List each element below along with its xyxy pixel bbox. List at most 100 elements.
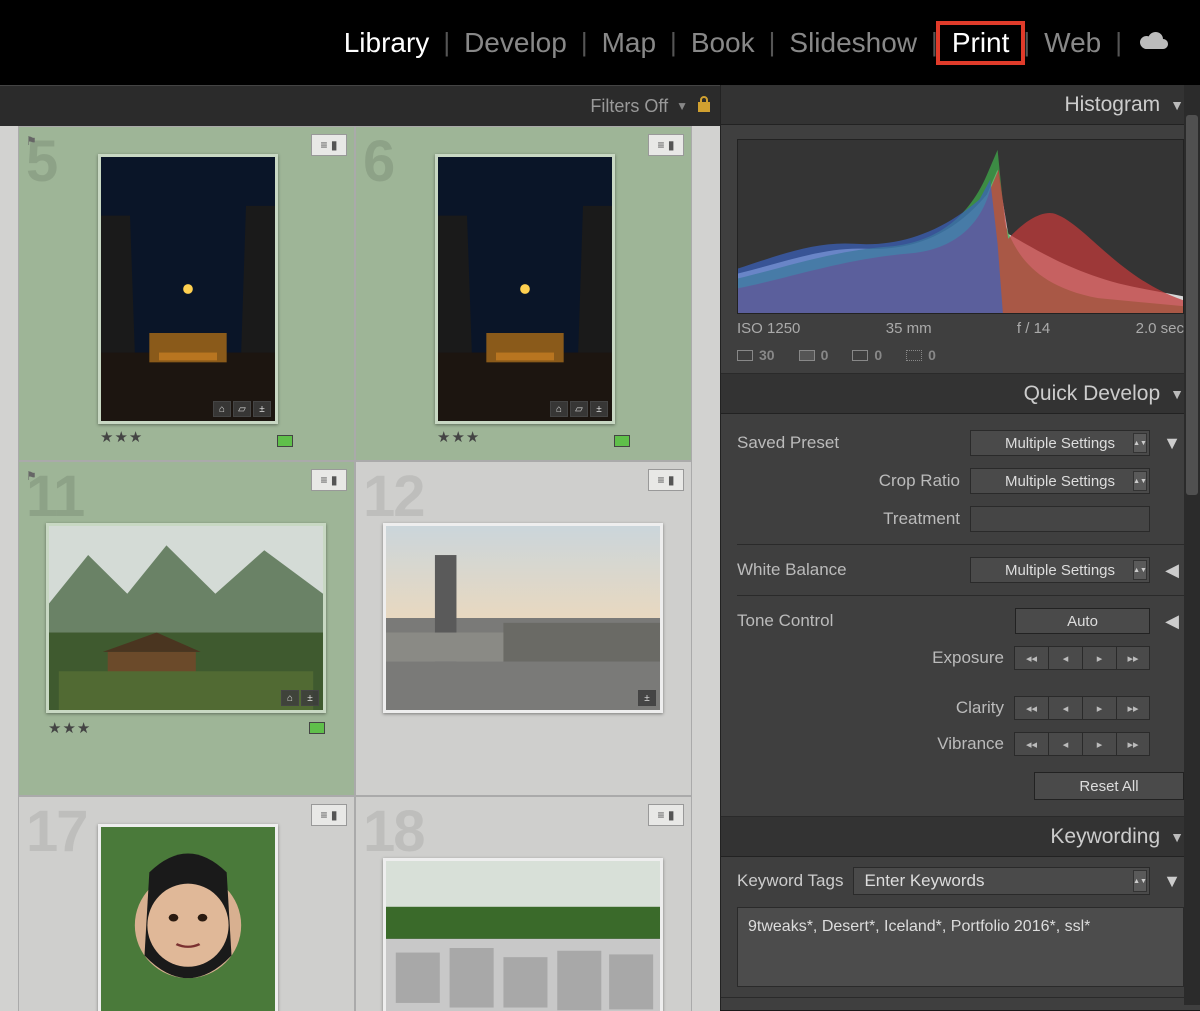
cell-menu-icon[interactable]: ≡ ▮ (648, 134, 684, 156)
keyword-badge-icon[interactable]: ⌂ (281, 690, 299, 706)
auto-tone-button[interactable]: Auto (1015, 608, 1150, 634)
cell-menu-icon[interactable]: ≡ ▮ (648, 804, 684, 826)
grid-view: Filters Off ▼ ⇧ ⚑ 5 ≡ ▮ (0, 85, 720, 1010)
reset-all-button[interactable]: Reset All (1034, 772, 1184, 800)
collapse-triangle-icon[interactable]: ▼ (1170, 386, 1184, 402)
cell-number: 18 (363, 798, 424, 865)
grid-cell[interactable]: 6 ≡ ▮ ⌂ ▱ ± (355, 126, 692, 461)
grid-cell[interactable]: 18 ≡ ▮ (355, 796, 692, 1011)
saved-preset-label: Saved Preset (737, 433, 960, 453)
star-rating[interactable]: ★★★ (100, 428, 143, 446)
filter-bar: Filters Off ▼ (0, 86, 720, 126)
grid-cell[interactable]: ⚑ 5 ≡ ▮ ⌂ ▱ ± (18, 126, 355, 461)
keywording-title: Keywording (1050, 825, 1160, 849)
keyword-tags-select[interactable]: Enter Keywords▲▼ (853, 867, 1150, 895)
nav-library[interactable]: Library (330, 23, 444, 63)
develop-badge-icon[interactable]: ± (638, 690, 656, 706)
vibrance-stepper[interactable]: ◂◂◂▸▸▸ (1014, 732, 1150, 756)
thumbnail-badges: ⌂ ± (281, 690, 319, 706)
expand-triangle-icon[interactable]: ▼ (1160, 433, 1184, 454)
nav-book[interactable]: Book (677, 23, 769, 63)
histogram-shutter: 2.0 sec (1136, 320, 1184, 337)
quick-develop-panel: Quick Develop ▼ Saved Preset Multiple Se… (721, 374, 1200, 817)
develop-badge-icon[interactable]: ± (253, 401, 271, 417)
nav-separator: | (769, 27, 776, 58)
crop-ratio-label: Crop Ratio (737, 471, 960, 491)
cell-number: 17 (26, 798, 87, 865)
lock-icon[interactable] (696, 95, 712, 118)
nav-separator: | (581, 27, 588, 58)
crop-badge-icon[interactable]: ▱ (570, 401, 588, 417)
color-label-swatch[interactable] (614, 435, 630, 447)
right-panel: Histogram ▼ ISO 1250 35 mm f / 14 2.0 (720, 85, 1200, 1010)
color-label-swatch[interactable] (309, 722, 325, 734)
collapse-triangle-icon[interactable]: ▼ (1170, 97, 1184, 113)
keywords-textarea[interactable]: 9tweaks*, Desert*, Iceland*, Portfolio 2… (737, 907, 1184, 987)
histogram-meta-smart: 0 (799, 347, 829, 363)
nav-map[interactable]: Map (588, 23, 670, 63)
nav-print[interactable]: Print (938, 23, 1024, 63)
develop-badge-icon[interactable]: ± (301, 690, 319, 706)
cell-menu-icon[interactable]: ≡ ▮ (648, 469, 684, 491)
quick-develop-title: Quick Develop (1024, 382, 1161, 406)
chevron-down-icon[interactable]: ▼ (676, 99, 688, 113)
nav-web[interactable]: Web (1030, 23, 1115, 63)
keywording-header[interactable]: Keywording ▼ (721, 817, 1200, 857)
nav-separator: | (1023, 27, 1030, 58)
top-nav: Library | Develop | Map | Book | Slidesh… (0, 0, 1200, 85)
right-scrollbar[interactable] (1184, 85, 1200, 1005)
white-balance-select[interactable]: Multiple Settings▲▼ (970, 557, 1150, 583)
flag-icon[interactable]: ⚑ (26, 469, 37, 483)
star-rating[interactable]: ★★★ (437, 428, 480, 446)
cell-menu-icon[interactable]: ≡ ▮ (311, 469, 347, 491)
nav-develop[interactable]: Develop (450, 23, 581, 63)
flag-icon[interactable]: ⚑ (26, 134, 37, 148)
histogram-title: Histogram (1064, 93, 1160, 117)
vibrance-label: Vibrance (737, 734, 1004, 754)
treatment-label: Treatment (737, 509, 960, 529)
crop-ratio-select[interactable]: Multiple Settings▲▼ (970, 468, 1150, 494)
collapse-triangle-icon[interactable]: ▼ (1170, 829, 1184, 845)
exposure-label: Exposure (737, 648, 1004, 668)
quick-develop-header[interactable]: Quick Develop ▼ (721, 374, 1200, 414)
histogram-meta-pending: 0 (906, 347, 936, 363)
cloud-sync-icon[interactable] (1136, 27, 1170, 59)
color-label-swatch[interactable] (277, 435, 293, 447)
nav-separator: | (443, 27, 450, 58)
expand-triangle-icon[interactable]: ▼ (1160, 871, 1184, 892)
histogram-plot[interactable] (737, 139, 1184, 314)
keyword-badge-icon[interactable]: ⌂ (213, 401, 231, 417)
histogram-meta-originals: 30 (737, 347, 775, 363)
grid-cell[interactable]: 12 ≡ ▮ ± (355, 461, 692, 796)
nav-slideshow[interactable]: Slideshow (775, 23, 931, 63)
thumbnail-badges: ⌂ ▱ ± (213, 401, 271, 417)
grid-cell[interactable]: 17 ≡ ▮ (18, 796, 355, 1011)
thumbnail-badges: ± (638, 690, 656, 706)
develop-badge-icon[interactable]: ± (590, 401, 608, 417)
keyword-badge-icon[interactable]: ⌂ (550, 401, 568, 417)
star-rating[interactable]: ★★★ (48, 719, 91, 737)
cell-menu-icon[interactable]: ≡ ▮ (311, 804, 347, 826)
saved-preset-select[interactable]: Multiple Settings▲▼ (970, 430, 1150, 456)
keywording-panel: Keywording ▼ Keyword Tags Enter Keywords… (721, 817, 1200, 998)
filters-off-label[interactable]: Filters Off (590, 96, 668, 117)
histogram-aperture: f / 14 (1017, 320, 1050, 337)
expand-triangle-icon[interactable]: ◀ (1160, 611, 1184, 632)
expand-triangle-icon[interactable]: ◀ (1160, 560, 1184, 581)
histogram-header[interactable]: Histogram ▼ (721, 85, 1200, 125)
nav-separator: | (931, 27, 938, 58)
nav-separator: | (670, 27, 677, 58)
tone-control-label: Tone Control (737, 611, 1005, 631)
histogram-panel: Histogram ▼ ISO 1250 35 mm f / 14 2.0 (721, 85, 1200, 374)
nav-separator: | (1115, 27, 1122, 58)
keyword-tags-label: Keyword Tags (737, 871, 843, 891)
treatment-select[interactable] (970, 506, 1150, 532)
cell-menu-icon[interactable]: ≡ ▮ (311, 134, 347, 156)
grid-cell[interactable]: ⚑ 11 ≡ ▮ ⌂ ± (18, 461, 355, 796)
white-balance-label: White Balance (737, 560, 960, 580)
clarity-stepper[interactable]: ◂◂◂▸▸▸ (1014, 696, 1150, 720)
histogram-focal: 35 mm (886, 320, 932, 337)
exposure-stepper[interactable]: ◂◂◂▸▸▸ (1014, 646, 1150, 670)
histogram-iso: ISO 1250 (737, 320, 800, 337)
crop-badge-icon[interactable]: ▱ (233, 401, 251, 417)
